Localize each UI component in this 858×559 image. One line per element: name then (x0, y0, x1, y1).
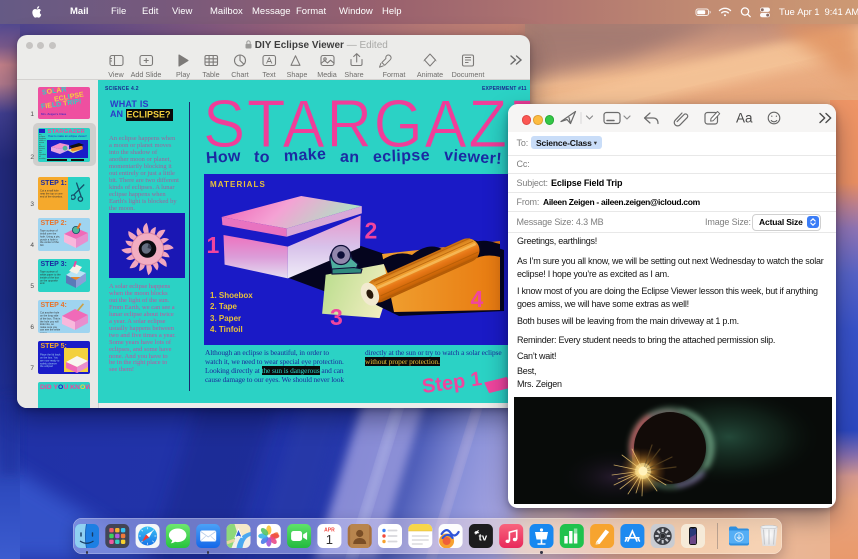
svg-text:Document: Document (452, 70, 485, 79)
svg-text:Format: Format (383, 70, 406, 79)
svg-text:tv: tv (479, 533, 488, 544)
svg-text:4: 4 (471, 286, 484, 312)
svg-text:Aa: Aa (736, 111, 753, 126)
svg-text:Text: Text (262, 70, 275, 79)
svg-text:Chart: Chart (231, 70, 249, 79)
svg-text:Media: Media (317, 70, 337, 79)
svg-text:Play: Play (176, 70, 190, 79)
svg-text:2: 2 (365, 218, 378, 244)
svg-text:Share: Share (344, 70, 363, 79)
svg-text:Shape: Shape (287, 70, 308, 79)
svg-text:1: 1 (207, 232, 220, 258)
svg-text:3: 3 (330, 304, 343, 330)
svg-text:Animate: Animate (417, 70, 443, 79)
svg-text:Table: Table (202, 70, 219, 79)
svg-text:View: View (108, 70, 124, 79)
svg-text:1: 1 (326, 532, 333, 547)
svg-text:Add Slide: Add Slide (131, 70, 162, 79)
